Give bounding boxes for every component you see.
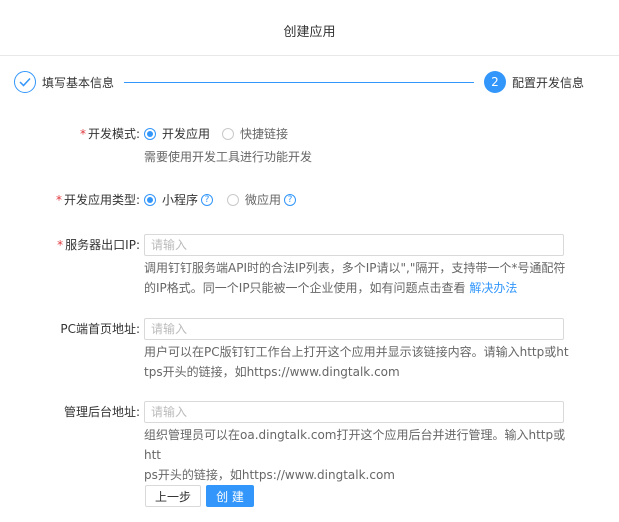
- radio-micro-app[interactable]: 微应用 ?: [227, 191, 297, 209]
- radio-unchecked-icon[interactable]: [222, 128, 235, 140]
- pc-home-label: PC端首页地址:: [60, 322, 140, 336]
- radio-dev-app[interactable]: 开发应用: [144, 125, 210, 143]
- server-ip-label: * 服务器出口IP:: [57, 238, 140, 252]
- dev-mode-help: 需要使用开发工具进行功能开发: [144, 150, 313, 164]
- step-connector: [124, 82, 474, 83]
- app-type-radio-group: 小程序 ? 微应用 ?: [144, 191, 297, 209]
- step-dev-info: 2 配置开发信息: [484, 71, 584, 93]
- solution-link[interactable]: 解决办法: [469, 281, 517, 295]
- check-icon: [14, 71, 36, 93]
- required-mark: *: [79, 127, 86, 141]
- dev-mode-radio-group: 开发应用 快捷链接: [144, 125, 288, 143]
- step-number: 2: [484, 71, 506, 93]
- radio-checked-icon[interactable]: [144, 128, 156, 140]
- dialog-header: 创建应用: [0, 0, 619, 56]
- required-mark: *: [55, 193, 62, 207]
- admin-url-help: 组织管理员可以在oa.dingtalk.com打开这个应用后台并进行管理。输入h…: [144, 428, 566, 482]
- radio-unchecked-icon[interactable]: [227, 194, 240, 206]
- pc-home-input[interactable]: [144, 318, 564, 340]
- app-type-label: * 开发应用类型:: [55, 193, 140, 207]
- radio-quick-link[interactable]: 快捷链接: [222, 125, 288, 143]
- admin-url-input[interactable]: [144, 401, 564, 423]
- help-icon[interactable]: ?: [201, 194, 214, 206]
- step-label: 填写基本信息: [42, 75, 115, 90]
- radio-mini-program[interactable]: 小程序 ?: [144, 191, 214, 209]
- server-ip-help: 调用钉钉服务端API时的合法IP列表，多个IP请以","隔开，支持带一个*号通配…: [144, 261, 566, 295]
- server-ip-input[interactable]: [144, 234, 564, 256]
- prev-step-button[interactable]: 上一步: [145, 485, 201, 507]
- radio-checked-icon[interactable]: [144, 194, 156, 206]
- page-title: 创建应用: [283, 25, 336, 40]
- create-button[interactable]: 创 建: [206, 485, 254, 507]
- help-icon[interactable]: ?: [284, 194, 297, 206]
- required-mark: *: [57, 238, 64, 252]
- dev-mode-label: * 开发模式:: [79, 127, 140, 141]
- step-label: 配置开发信息: [512, 75, 585, 90]
- pc-home-help: 用户可以在PC版钉钉工作台上打开这个应用并显示该链接内容。请输入http或ht …: [144, 345, 569, 379]
- step-basic-info: 填写基本信息: [14, 71, 114, 93]
- admin-url-label: 管理后台地址:: [63, 405, 140, 419]
